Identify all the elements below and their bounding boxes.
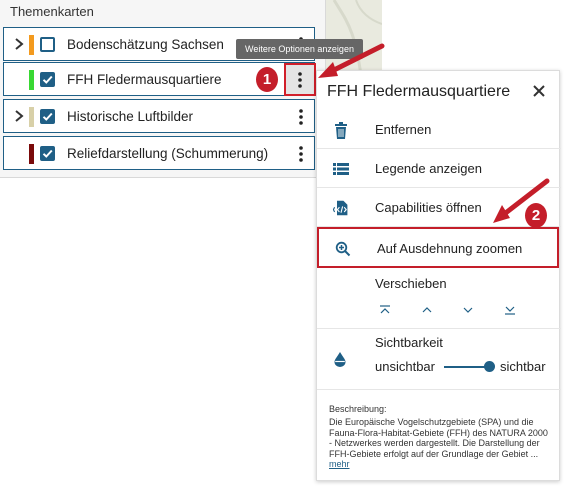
description-text: Die Europäische Vogelschutzgebiete (SPA)… xyxy=(329,417,549,470)
chevron-right-icon[interactable] xyxy=(13,109,25,123)
code-file-icon xyxy=(333,199,349,217)
visibility-max-label: sichtbar xyxy=(500,359,546,374)
opacity-drop-icon xyxy=(333,351,347,367)
move-to-top-icon[interactable] xyxy=(377,303,393,317)
description-body: Die Europäische Vogelschutzgebiete (SPA)… xyxy=(329,417,548,459)
layer-visibility-checkbox[interactable] xyxy=(40,37,55,52)
tooltip: Weitere Optionen anzeigen xyxy=(236,39,363,59)
move-to-bottom-icon[interactable] xyxy=(502,303,518,317)
list-icon xyxy=(333,160,349,178)
layer-color-swatch xyxy=(29,107,34,127)
theme-maps-panel: Themenkarten Bodenschätzung Sachsen FFH … xyxy=(0,0,326,178)
layer-label: Bodenschätzung Sachsen xyxy=(67,37,224,52)
option-label: Legende anzeigen xyxy=(375,161,482,176)
close-icon[interactable] xyxy=(531,83,547,99)
layer-label: FFH Fledermausquartiere xyxy=(67,72,222,87)
more-options-icon[interactable] xyxy=(290,143,312,165)
option-label: Capabilities öffnen xyxy=(375,200,482,215)
layer-visibility-checkbox[interactable] xyxy=(40,109,55,124)
move-up-icon[interactable] xyxy=(419,303,435,317)
option-zoom-to-extent[interactable]: Auf Ausdehnung zoomen xyxy=(317,227,559,268)
description-more-link[interactable]: mehr xyxy=(329,459,350,469)
layer-color-swatch xyxy=(29,35,34,55)
more-options-icon xyxy=(298,71,302,88)
divider xyxy=(317,389,561,390)
chevron-right-icon[interactable] xyxy=(13,37,25,51)
visibility-label: Sichtbarkeit xyxy=(375,335,443,350)
move-down-icon[interactable] xyxy=(460,303,476,317)
step-badge-1: 1 xyxy=(256,67,278,92)
divider xyxy=(317,328,561,329)
option-legend[interactable]: Legende anzeigen xyxy=(317,150,561,188)
more-options-button-highlighted[interactable] xyxy=(284,63,316,96)
visibility-min-label: unsichtbar xyxy=(375,359,435,374)
layer-label: Reliefdarstellung (Schummerung) xyxy=(67,146,269,161)
option-label: Entfernen xyxy=(375,122,432,137)
move-label: Verschieben xyxy=(375,276,447,291)
layer-visibility-checkbox[interactable] xyxy=(40,72,55,87)
visibility-slider-thumb[interactable] xyxy=(484,361,495,372)
layer-options-panel: FFH Fledermausquartiere Entfernen Legend… xyxy=(316,70,561,481)
more-options-icon[interactable] xyxy=(290,106,312,128)
layer-row-luftbilder[interactable]: Historische Luftbilder xyxy=(3,99,315,133)
zoom-in-icon xyxy=(335,240,351,258)
option-label: Auf Ausdehnung zoomen xyxy=(377,241,523,256)
step-badge-2: 2 xyxy=(525,203,547,228)
trash-icon xyxy=(333,121,349,139)
description-title: Beschreibung: xyxy=(329,404,387,414)
layer-label: Historische Luftbilder xyxy=(67,109,194,124)
option-remove[interactable]: Entfernen xyxy=(317,111,561,149)
layer-color-swatch xyxy=(29,144,34,164)
panel-title: Themenkarten xyxy=(10,4,94,19)
layer-color-swatch xyxy=(29,70,34,90)
layer-row-relief[interactable]: Reliefdarstellung (Schummerung) xyxy=(3,136,315,170)
options-title: FFH Fledermausquartiere xyxy=(327,83,511,100)
layer-visibility-checkbox[interactable] xyxy=(40,146,55,161)
option-capabilities[interactable]: Capabilities öffnen xyxy=(317,189,561,227)
